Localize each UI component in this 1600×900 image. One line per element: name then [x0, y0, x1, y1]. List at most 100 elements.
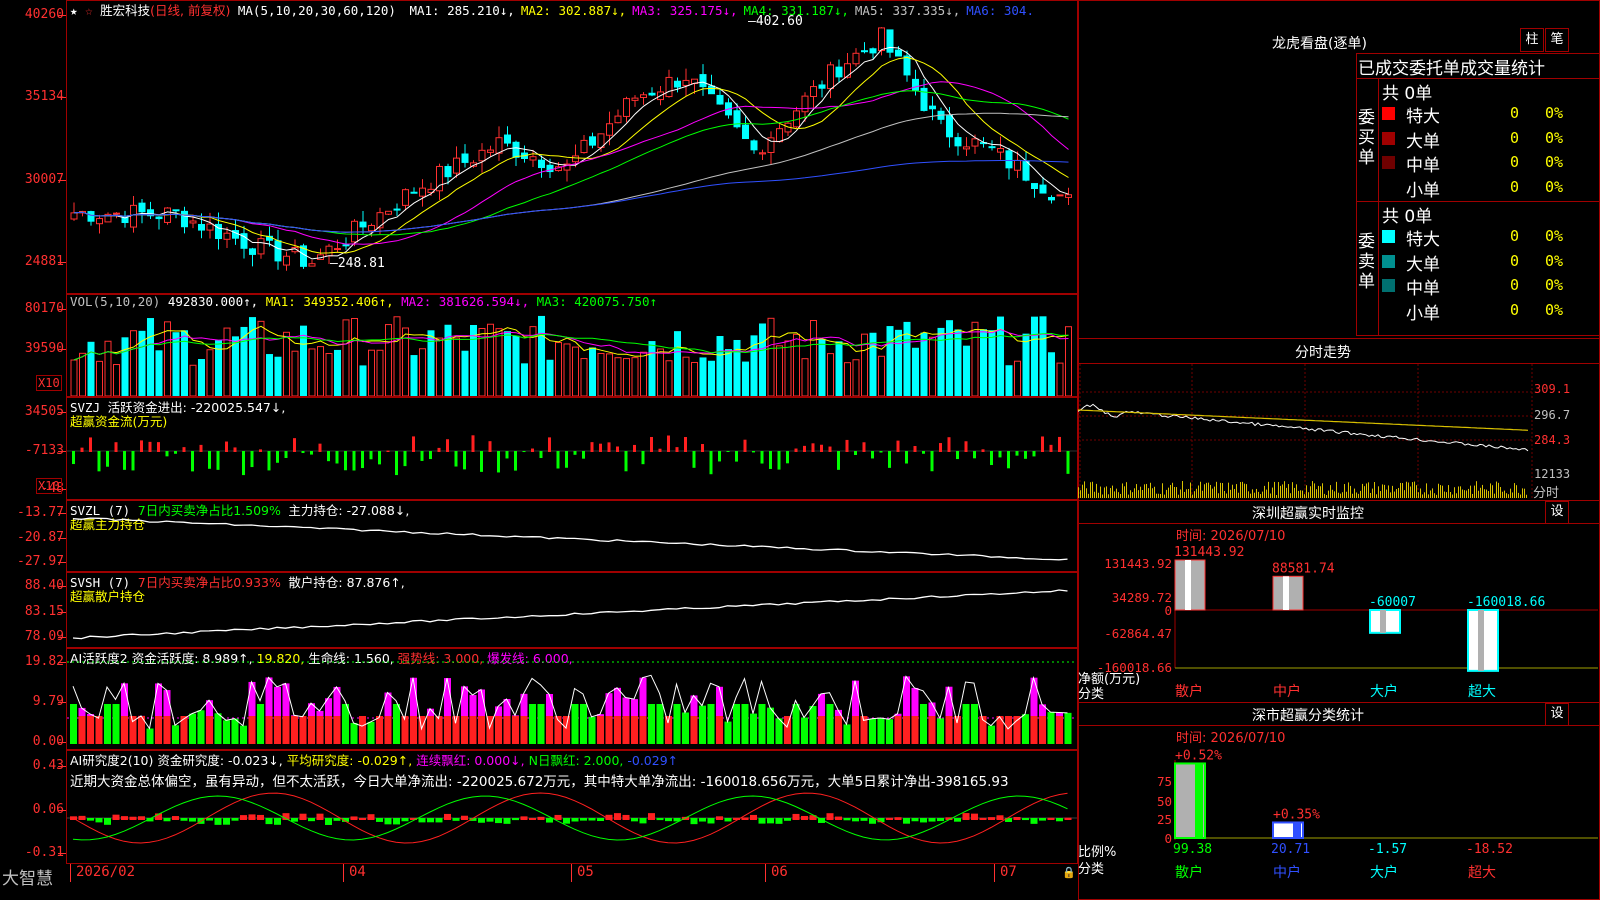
intraday-vol-bar — [1370, 492, 1371, 498]
flow-bar — [80, 447, 84, 452]
vol-ma2: MA2: 381626.594↓, — [401, 294, 530, 309]
category-label: 中户 — [1273, 864, 1301, 881]
flow-bar — [480, 451, 483, 472]
candle — [759, 152, 766, 155]
research-bar — [308, 818, 315, 822]
activity-bar — [503, 716, 511, 744]
category-label: 大户 — [1370, 864, 1398, 881]
candle — [189, 220, 197, 224]
volume-bar — [623, 358, 630, 396]
volume-bar — [113, 364, 120, 396]
research-bar — [444, 813, 451, 820]
flow-bar — [794, 448, 798, 452]
dragon-tiger-title: 龙虎看盘(逐单) — [1272, 36, 1367, 52]
intraday-vol-bar — [1514, 483, 1515, 498]
intraday-vol-bar — [1332, 489, 1333, 498]
row-count: 0 — [1510, 251, 1520, 270]
flow-bar — [437, 447, 441, 452]
volume-bar — [1005, 365, 1013, 396]
lock-icon[interactable]: 🔒 — [1062, 866, 1076, 879]
candle — [1022, 160, 1030, 181]
classify-value-label: -18.52 — [1466, 842, 1513, 857]
candle — [827, 64, 834, 90]
activity-bar — [588, 716, 596, 744]
intraday-vol-bar — [1352, 493, 1353, 498]
intraday-vol-bar — [1522, 488, 1523, 498]
flow-bar — [684, 437, 687, 452]
research-bar — [988, 817, 995, 820]
activity-bar — [758, 704, 766, 744]
svzj-chart[interactable] — [67, 410, 1077, 498]
volume-chart[interactable] — [67, 308, 1077, 396]
intraday-vol-bar — [1282, 484, 1283, 498]
volume-bar — [546, 359, 554, 396]
vol-title: VOL(5,10,20) — [70, 294, 161, 309]
volume-bar — [325, 353, 333, 396]
intraday-vol-bar — [1142, 489, 1143, 498]
flow-bar — [123, 451, 126, 470]
flow-bar — [556, 451, 560, 469]
flow-bar — [998, 451, 1002, 458]
intraday-chart[interactable] — [1078, 364, 1600, 500]
svsh-chart[interactable] — [67, 572, 1077, 648]
activity-bar — [724, 721, 732, 744]
svzl-chart[interactable] — [67, 500, 1077, 572]
flow-bar — [242, 451, 245, 476]
row-count: 0 — [1510, 300, 1520, 319]
bar-mode-button[interactable]: 柱 — [1520, 28, 1544, 52]
intraday-vol-bar — [1498, 482, 1499, 498]
intraday-vol-bar — [1422, 494, 1423, 498]
intraday-vol-bar — [1410, 486, 1411, 498]
activity-bar — [495, 716, 502, 744]
volume-bar — [342, 319, 350, 396]
candle — [1056, 194, 1064, 197]
ai-active-chart[interactable] — [67, 660, 1077, 748]
flow-bar — [1058, 436, 1061, 452]
brand-logo[interactable]: 大智慧 — [2, 864, 53, 889]
volume-bar — [121, 337, 129, 396]
candle — [861, 50, 868, 53]
intraday-vol-bar — [1424, 492, 1425, 498]
activity-bar — [70, 704, 77, 744]
activity-bar — [733, 704, 740, 744]
row-label: 小单 — [1406, 303, 1440, 324]
sz-classify-chart[interactable]: +0.52% 99.38 散户 +0.35% 20.71 中户 -1.57 大户 -18.52 超… — [1078, 740, 1600, 900]
research-bar — [121, 816, 128, 820]
intraday-vol-bar — [1210, 484, 1211, 498]
intraday-vol-bar — [1484, 489, 1485, 498]
ai-research-chart[interactable] — [67, 786, 1077, 862]
sell-total: 共 0单 — [1382, 207, 1433, 227]
y-tick-label: 35134 — [24, 89, 64, 104]
research-bar — [937, 818, 944, 822]
intraday-vol-bar — [1344, 484, 1345, 498]
activity-bar — [597, 716, 604, 744]
flow-bar — [531, 448, 534, 452]
volume-bar — [393, 316, 401, 396]
volume-bar — [130, 330, 137, 396]
row-pct: 0% — [1545, 128, 1564, 147]
sz-monitor-settings-button[interactable]: 设 — [1545, 501, 1569, 524]
flow-bar — [250, 451, 254, 468]
y-tick-label: 78.09 — [24, 629, 64, 644]
intraday-vol-bar — [1478, 490, 1479, 498]
intraday-vol-bar — [1426, 483, 1427, 498]
activity-bar — [503, 698, 511, 716]
research-bar — [852, 818, 859, 822]
category-label: 中户 — [1273, 683, 1301, 700]
research-bar — [920, 818, 927, 823]
flow-bar — [148, 441, 152, 452]
tick-mode-button[interactable]: 笔 — [1545, 28, 1569, 52]
intraday-vol-bar — [1150, 482, 1151, 498]
volume-bar — [827, 353, 834, 396]
dragon-tiger-subtitle: 已成交委托单成交量统计 — [1358, 59, 1545, 79]
volume-bar — [580, 358, 588, 396]
candle — [589, 136, 596, 146]
intraday-vol-bar — [1176, 487, 1177, 498]
candle — [835, 66, 843, 78]
candlestick-chart[interactable] — [67, 14, 1077, 294]
intraday-vol-bar — [1092, 481, 1093, 498]
volume-bar — [1031, 316, 1038, 396]
sz-monitor-chart[interactable]: 131443.92 散户 88581.74 中户 -60007 大户 -160018.66 超… — [1078, 540, 1600, 700]
sz-classify-settings-button[interactable]: 设 — [1545, 703, 1569, 726]
volume-bar — [716, 336, 724, 396]
